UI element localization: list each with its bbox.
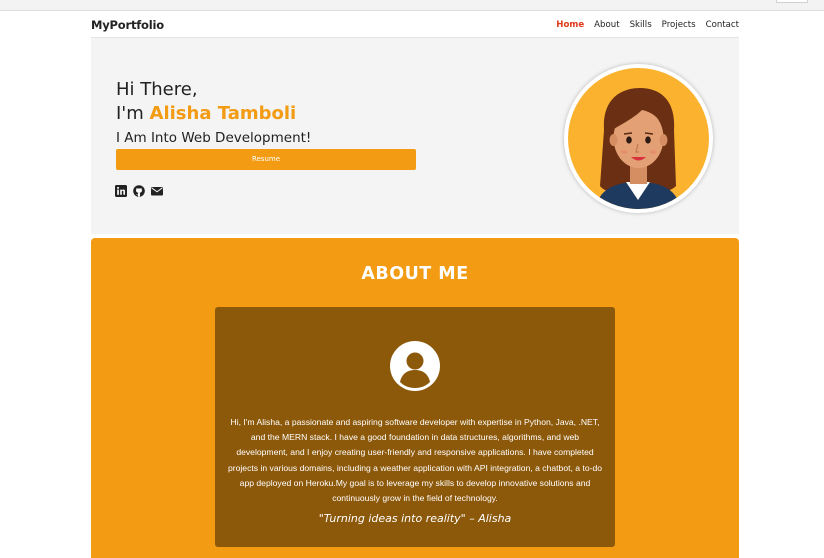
about-quote: "Turning ideas into reality" – Alisha (318, 512, 512, 525)
nav-link-projects[interactable]: Projects (662, 20, 696, 30)
browser-tab-fragment[interactable] (776, 0, 808, 3)
cartoon-girl-avatar (568, 68, 709, 209)
social-links (115, 184, 163, 197)
about-card: Hi, I'm Alisha, a passionate and aspirin… (215, 307, 615, 547)
browser-top-strip (0, 0, 824, 11)
resume-button[interactable]: Resume (116, 149, 416, 170)
github-icon[interactable] (133, 184, 145, 197)
hero-greeting: Hi There, (116, 79, 198, 100)
brand-logo[interactable]: MyPortfolio (91, 18, 164, 32)
nav-link-about[interactable]: About (594, 20, 619, 30)
hero-role: I Am Into Web Development! (116, 130, 312, 146)
about-section: ABOUT ME Hi, I'm Alisha, a passionate an… (91, 238, 739, 558)
linkedin-icon[interactable] (115, 184, 127, 197)
nav-link-home[interactable]: Home (556, 20, 584, 30)
nav-link-contact[interactable]: Contact (706, 20, 739, 30)
nav-link-skills[interactable]: Skills (630, 20, 652, 30)
profile-avatar (564, 64, 713, 213)
user-circle-icon (390, 341, 440, 391)
about-title: ABOUT ME (361, 264, 469, 284)
nav-links: Home About Skills Projects Contact (546, 20, 739, 30)
hero-section: Hi There, I'm Alisha Tamboli I Am Into W… (91, 38, 739, 234)
hero-name: Alisha Tamboli (149, 103, 297, 124)
about-description: Hi, I'm Alisha, a passionate and aspirin… (227, 417, 603, 504)
hero-name-prefix: I'm (116, 103, 144, 124)
envelope-icon[interactable] (151, 184, 163, 196)
hero-name-line: I'm Alisha Tamboli (116, 103, 296, 124)
navbar: MyPortfolio Home About Skills Projects C… (91, 12, 739, 38)
